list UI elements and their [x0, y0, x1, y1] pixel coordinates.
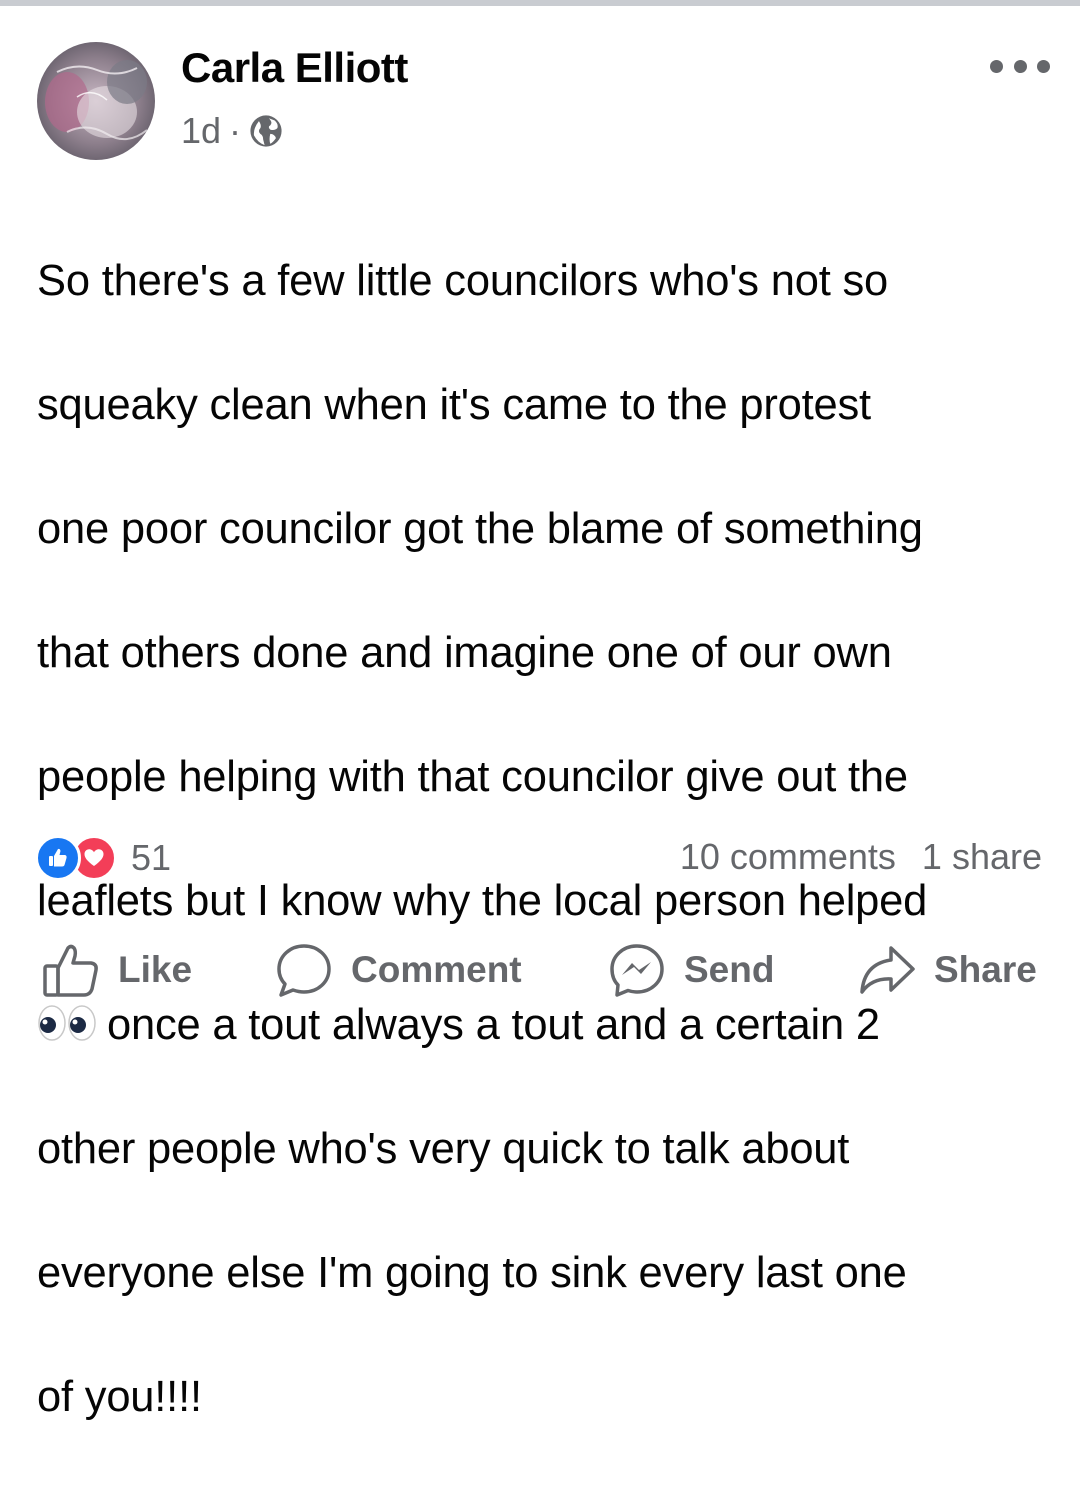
post-line: of you!!!!: [37, 1373, 202, 1421]
more-options-icon[interactable]: [990, 56, 1050, 76]
send-button[interactable]: Send: [608, 940, 774, 1000]
post-line-text: once a tout always a tout and a certain …: [107, 1001, 880, 1049]
avatar[interactable]: [37, 42, 155, 160]
post-line: that others done and imagine one of our …: [37, 629, 892, 677]
reactions-summary[interactable]: 51: [35, 834, 171, 882]
comments-count[interactable]: 10 comments: [680, 836, 896, 878]
like-reaction-icon: [35, 835, 81, 881]
top-divider: [0, 0, 1080, 6]
avatar-image: [37, 42, 155, 160]
comment-bubble-icon: [275, 942, 333, 998]
share-label: Share: [934, 949, 1037, 990]
post-time[interactable]: 1d: [181, 110, 221, 152]
comment-button[interactable]: Comment: [275, 940, 522, 1000]
share-arrow-icon: [858, 942, 916, 998]
post-line: other people who's very quick to talk ab…: [37, 1125, 850, 1173]
post-line: squeaky clean when it's came to the prot…: [37, 381, 871, 429]
globe-icon: [249, 114, 283, 148]
post-line: So there's a few little councilors who's…: [37, 257, 889, 305]
action-bar: Like Comment Send Share: [0, 940, 1080, 1000]
eyes-emoji: [37, 998, 97, 1041]
meta-separator: ·: [229, 110, 242, 151]
post-line: people helping with that councilor give …: [37, 753, 908, 801]
reaction-count: 51: [131, 837, 172, 878]
comment-label: Comment: [351, 949, 522, 990]
engagement-stats: 10 comments 1 share: [680, 836, 1042, 878]
author-name[interactable]: Carla Elliott: [181, 44, 408, 92]
thumbs-up-icon: [42, 942, 100, 998]
post-line: everyone else I'm going to sink every la…: [37, 1249, 907, 1297]
post-line: leaflets but I know why the local person…: [37, 877, 928, 925]
like-button[interactable]: Like: [42, 940, 192, 1000]
post-line: one poor councilor got the blame of some…: [37, 505, 923, 553]
shares-count[interactable]: 1 share: [922, 836, 1042, 878]
post-line-with-emoji: once a tout always a tout and a certain …: [37, 994, 1057, 1056]
post-meta: 1d ·: [181, 109, 283, 153]
send-label: Send: [684, 949, 775, 990]
like-label: Like: [118, 949, 193, 990]
messenger-icon: [608, 942, 666, 998]
share-button[interactable]: Share: [858, 940, 1037, 1000]
